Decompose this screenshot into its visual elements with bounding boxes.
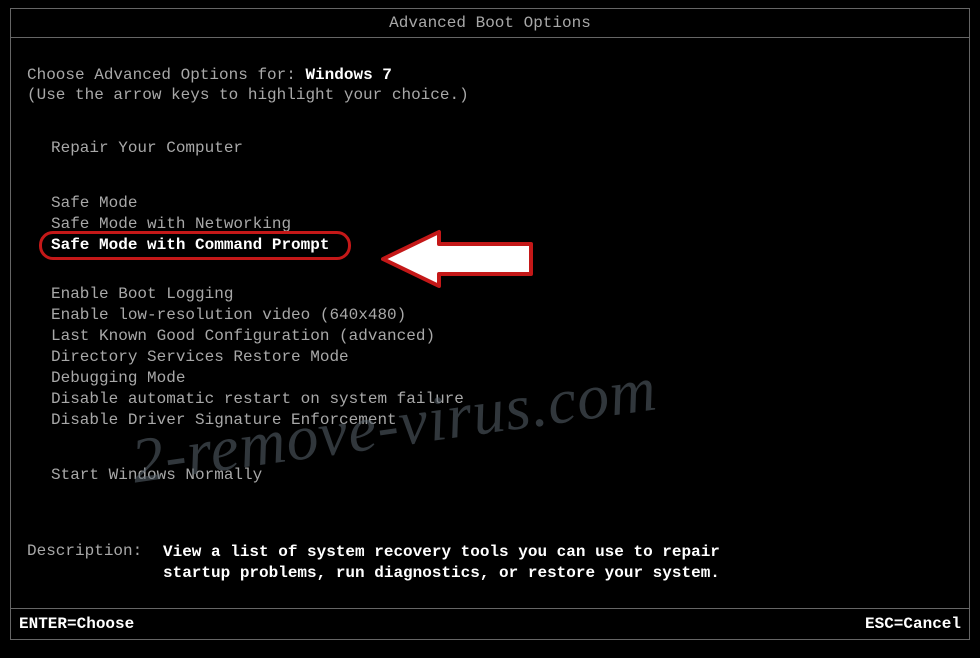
footer-esc: ESC=Cancel <box>865 613 961 635</box>
page-title: Advanced Boot Options <box>389 14 591 32</box>
hint-text: (Use the arrow keys to highlight your ch… <box>27 86 953 104</box>
option-safe-mode-networking[interactable]: Safe Mode with Networking <box>51 214 291 235</box>
option-directory-services-restore[interactable]: Directory Services Restore Mode <box>51 347 349 368</box>
option-safe-mode-command-prompt[interactable]: Safe Mode with Command Prompt <box>51 235 329 256</box>
group-advanced: Enable Boot Logging Enable low-resolutio… <box>51 284 953 431</box>
description-block: Description: View a list of system recov… <box>27 542 953 584</box>
description-text: View a list of system recovery tools you… <box>163 542 723 584</box>
option-enable-boot-logging[interactable]: Enable Boot Logging <box>51 284 233 305</box>
footer-bar: ENTER=Choose ESC=Cancel <box>11 608 969 640</box>
group-repair: Repair Your Computer <box>51 138 953 159</box>
option-repair-your-computer[interactable]: Repair Your Computer <box>51 138 243 159</box>
choose-line: Choose Advanced Options for: Windows 7 <box>27 66 953 84</box>
title-bar: Advanced Boot Options <box>11 8 969 38</box>
description-label: Description: <box>27 542 163 584</box>
option-disable-auto-restart[interactable]: Disable automatic restart on system fail… <box>51 389 464 410</box>
option-last-known-good[interactable]: Last Known Good Configuration (advanced) <box>51 326 435 347</box>
option-debugging-mode[interactable]: Debugging Mode <box>51 368 185 389</box>
option-label: Safe Mode with Command Prompt <box>51 236 329 254</box>
option-start-normally[interactable]: Start Windows Normally <box>51 465 262 486</box>
group-normal: Start Windows Normally <box>51 465 953 486</box>
footer-enter: ENTER=Choose <box>19 613 134 635</box>
option-low-res-video[interactable]: Enable low-resolution video (640x480) <box>51 305 406 326</box>
option-safe-mode[interactable]: Safe Mode <box>51 193 137 214</box>
choose-prefix: Choose Advanced Options for: <box>27 66 305 84</box>
group-safe-mode: Safe Mode Safe Mode with Networking Safe… <box>51 193 953 256</box>
os-name: Windows 7 <box>305 66 391 84</box>
option-disable-driver-sig[interactable]: Disable Driver Signature Enforcement <box>51 410 397 431</box>
